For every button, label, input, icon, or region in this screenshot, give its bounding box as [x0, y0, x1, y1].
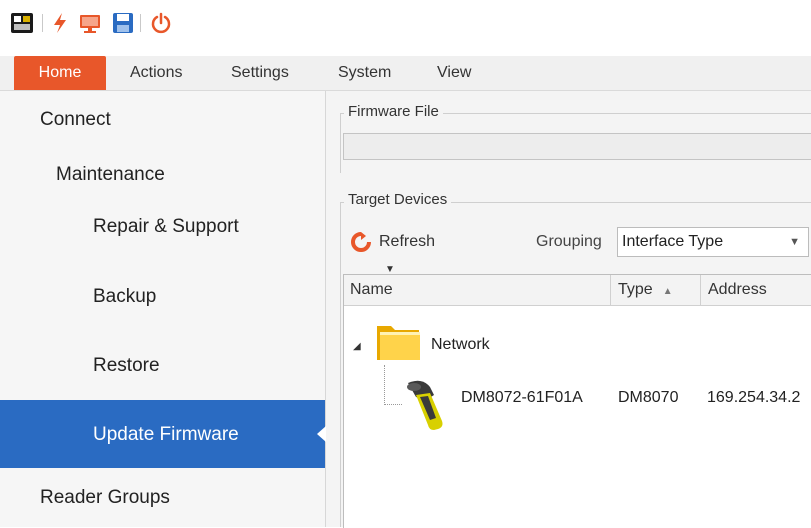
- sort-ascending-icon: ▲: [662, 286, 673, 297]
- main-panel: Firmware File Target Devices Refresh ▼ G…: [326, 91, 811, 528]
- quick-access-toolbar: [0, 0, 811, 46]
- tab-system[interactable]: System: [338, 56, 391, 90]
- selection-caret-icon: [317, 426, 326, 442]
- tree-connector: [384, 404, 402, 405]
- lightning-icon[interactable]: [52, 12, 68, 34]
- group-border: [340, 113, 341, 173]
- refresh-icon: [351, 232, 371, 252]
- sidebar-item-label: Restore: [93, 355, 160, 376]
- firmware-file-input[interactable]: [343, 133, 811, 160]
- column-header-type-label: Type: [618, 281, 653, 298]
- tab-home[interactable]: Home: [14, 56, 106, 90]
- grouping-select[interactable]: Interface Type ▼: [617, 227, 809, 257]
- toolbar-separator: [42, 14, 43, 32]
- sidebar-item-label: Maintenance: [56, 164, 165, 185]
- barcode-scanner-icon: [407, 380, 443, 430]
- tree-expand-icon[interactable]: ◢: [353, 341, 361, 352]
- sidebar-nav: Connect Maintenance Repair & Support Bac…: [0, 91, 326, 527]
- sidebar-item-label: Reader Groups: [40, 487, 170, 508]
- chevron-down-icon: ▼: [789, 236, 800, 248]
- device-name[interactable]: DM8072-61F01A: [461, 389, 583, 407]
- column-separator[interactable]: [610, 275, 611, 305]
- tab-view[interactable]: View: [437, 56, 471, 90]
- grouping-label: Grouping: [536, 233, 602, 250]
- column-separator[interactable]: [700, 275, 701, 305]
- tree-connector: [384, 365, 385, 405]
- device-address: 169.254.34.2: [707, 389, 801, 406]
- column-header-type[interactable]: Type ▲: [612, 275, 673, 305]
- column-header-name[interactable]: Name: [344, 275, 393, 305]
- group-border: [340, 202, 341, 527]
- tab-actions[interactable]: Actions: [130, 56, 182, 90]
- sidebar-item-label: Connect: [40, 109, 111, 130]
- monitor-icon[interactable]: [78, 12, 102, 34]
- column-header-address[interactable]: Address: [702, 275, 767, 305]
- sidebar-item-update-firmware[interactable]: Update Firmware: [0, 400, 326, 468]
- sidebar-item-label: Backup: [93, 286, 157, 307]
- tree-node-network[interactable]: Network: [431, 336, 490, 354]
- sidebar-item-label: Update Firmware: [93, 424, 239, 445]
- app-logo-icon[interactable]: [10, 12, 34, 34]
- device-type: DM8070: [618, 389, 679, 406]
- firmware-file-group-title: Firmware File: [344, 103, 443, 120]
- tab-settings[interactable]: Settings: [231, 56, 289, 90]
- refresh-label: Refresh: [379, 233, 436, 250]
- grouping-value: Interface Type: [622, 233, 724, 250]
- grid-header: Name Type ▲ Address: [344, 275, 811, 306]
- ribbon-tab-bar: Home Actions Settings System View: [0, 56, 811, 91]
- target-devices-group-title: Target Devices: [344, 191, 452, 208]
- devices-grid: Name Type ▲ Address ◢ Network DM8072-61F0…: [343, 274, 811, 528]
- refresh-button[interactable]: Refresh ▼: [351, 229, 436, 275]
- toolbar-separator: [140, 14, 141, 32]
- sidebar-item-label: Repair & Support: [93, 216, 239, 237]
- power-icon[interactable]: [150, 12, 172, 34]
- save-icon[interactable]: [112, 12, 134, 34]
- folder-icon: [377, 326, 420, 360]
